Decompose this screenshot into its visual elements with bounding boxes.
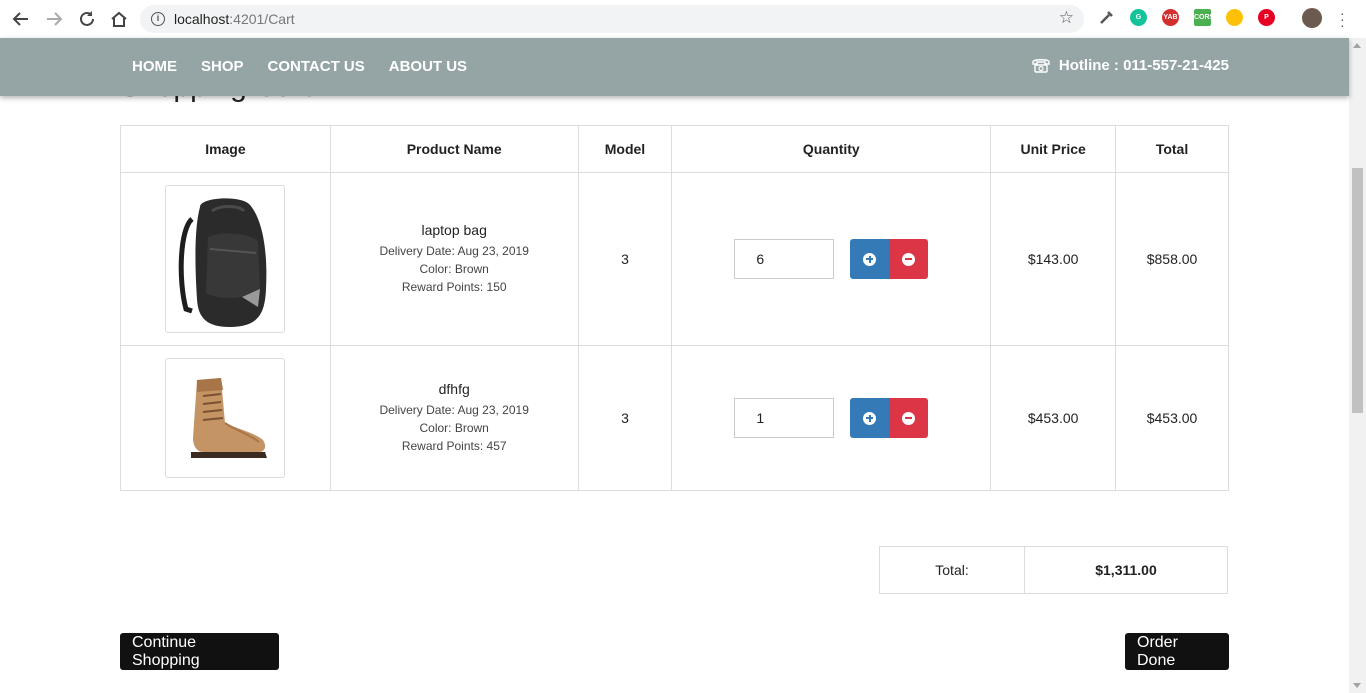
increase-quantity-button[interactable] [850, 398, 890, 438]
unit-price-cell: $453.00 [990, 345, 1117, 491]
nav-contact-us[interactable]: CONTACT US [268, 58, 365, 75]
total-value: $1,311.00 [1024, 546, 1228, 594]
main-menu: HOME SHOP CONTACT US ABOUT US [132, 58, 467, 75]
header-image: Image [120, 125, 331, 173]
row-total-cell: $453.00 [1115, 345, 1229, 491]
decrease-quantity-button[interactable] [889, 398, 929, 438]
row-total-cell: $858.00 [1115, 172, 1229, 346]
product-cell: dfhfg Delivery Date: Aug 23, 2019 Color:… [329, 345, 579, 491]
table-row: dfhfg Delivery Date: Aug 23, 2019 Color:… [120, 345, 1229, 491]
site-header: HOME SHOP CONTACT US ABOUT US Hotline : … [0, 38, 1349, 96]
header-total: Total [1115, 125, 1229, 173]
minus-circle-icon [902, 411, 916, 425]
order-done-button[interactable]: Order Done [1125, 633, 1229, 670]
quantity-cell [671, 345, 992, 491]
product-color: Color: Brown [419, 262, 489, 276]
header-unit-price: Unit Price [990, 125, 1117, 173]
browser-menu-icon[interactable]: · · · [1340, 6, 1345, 32]
telephone-icon [1032, 59, 1050, 73]
page-scrollbar[interactable] [1349, 38, 1366, 693]
image-cell [120, 172, 331, 346]
pinterest-extension-icon[interactable]: P [1258, 9, 1275, 26]
hotline: Hotline : 011-557-21-425 [1031, 56, 1229, 74]
bookmark-star-icon[interactable]: ☆ [1059, 8, 1074, 28]
product-name[interactable]: dfhfg [331, 381, 578, 397]
header-quantity: Quantity [671, 125, 992, 173]
table-row: laptop bag Delivery Date: Aug 23, 2019 C… [120, 172, 1229, 346]
eyedropper-extension-icon[interactable] [1098, 9, 1115, 26]
continue-shopping-button[interactable]: Continue Shopping [120, 633, 279, 670]
product-name[interactable]: laptop bag [331, 222, 578, 238]
model-cell: 3 [577, 172, 673, 346]
quantity-input[interactable] [734, 398, 835, 438]
header-product-name: Product Name [329, 125, 579, 173]
product-cell: laptop bag Delivery Date: Aug 23, 2019 C… [329, 172, 579, 346]
hotline-text: Hotline : 011-557-21-425 [1058, 56, 1229, 74]
home-icon[interactable] [108, 8, 130, 30]
reward-points: Reward Points: 457 [401, 439, 507, 453]
cart-summary: Total: $1,311.00 [879, 546, 1228, 594]
backpack-image[interactable] [165, 185, 286, 333]
nav-home[interactable]: HOME [132, 58, 177, 75]
back-icon[interactable] [10, 8, 32, 30]
nav-shop[interactable]: SHOP [201, 58, 244, 75]
delivery-date: Delivery Date: Aug 23, 2019 [379, 244, 529, 258]
url-host: localhost [174, 11, 230, 27]
scroll-up-icon[interactable] [1353, 43, 1361, 48]
cart-table: Image Product Name Model Quantity Unit P… [120, 125, 1229, 491]
plus-circle-icon [863, 411, 877, 425]
image-cell [120, 345, 331, 491]
boot-image[interactable] [165, 358, 286, 478]
model-cell: 3 [577, 345, 673, 491]
grammarly-extension-icon[interactable]: G [1130, 9, 1147, 26]
reward-points: Reward Points: 150 [401, 280, 507, 294]
info-icon[interactable]: i [151, 12, 165, 26]
profile-avatar[interactable] [1302, 8, 1322, 28]
scrollbar-thumb[interactable] [1352, 168, 1363, 413]
delivery-date: Delivery Date: Aug 23, 2019 [379, 403, 529, 417]
header-model: Model [577, 125, 673, 173]
forward-icon[interactable] [43, 8, 65, 30]
plus-circle-icon [863, 252, 877, 266]
scroll-down-icon[interactable] [1353, 683, 1361, 688]
address-bar[interactable]: i localhost:4201/Cart ☆ [140, 5, 1084, 33]
yab-extension-icon[interactable]: YAB [1162, 9, 1179, 26]
nav-about-us[interactable]: ABOUT US [389, 58, 467, 75]
reload-icon[interactable] [76, 8, 98, 30]
increase-quantity-button[interactable] [850, 239, 890, 279]
cors-extension-icon[interactable]: CORS [1194, 9, 1214, 26]
moon-extension-icon[interactable] [1226, 9, 1243, 26]
cart-header-row: Image Product Name Model Quantity Unit P… [120, 125, 1229, 173]
total-label: Total: [879, 546, 1025, 594]
decrease-quantity-button[interactable] [889, 239, 929, 279]
url-path: :4201/Cart [229, 11, 295, 27]
unit-price-cell: $143.00 [990, 172, 1117, 346]
quantity-input[interactable] [734, 239, 835, 279]
quantity-cell [671, 172, 992, 346]
product-color: Color: Brown [419, 421, 489, 435]
browser-toolbar: i localhost:4201/Cart ☆ G YAB CORS P · · · [0, 0, 1366, 38]
minus-circle-icon [902, 252, 916, 266]
